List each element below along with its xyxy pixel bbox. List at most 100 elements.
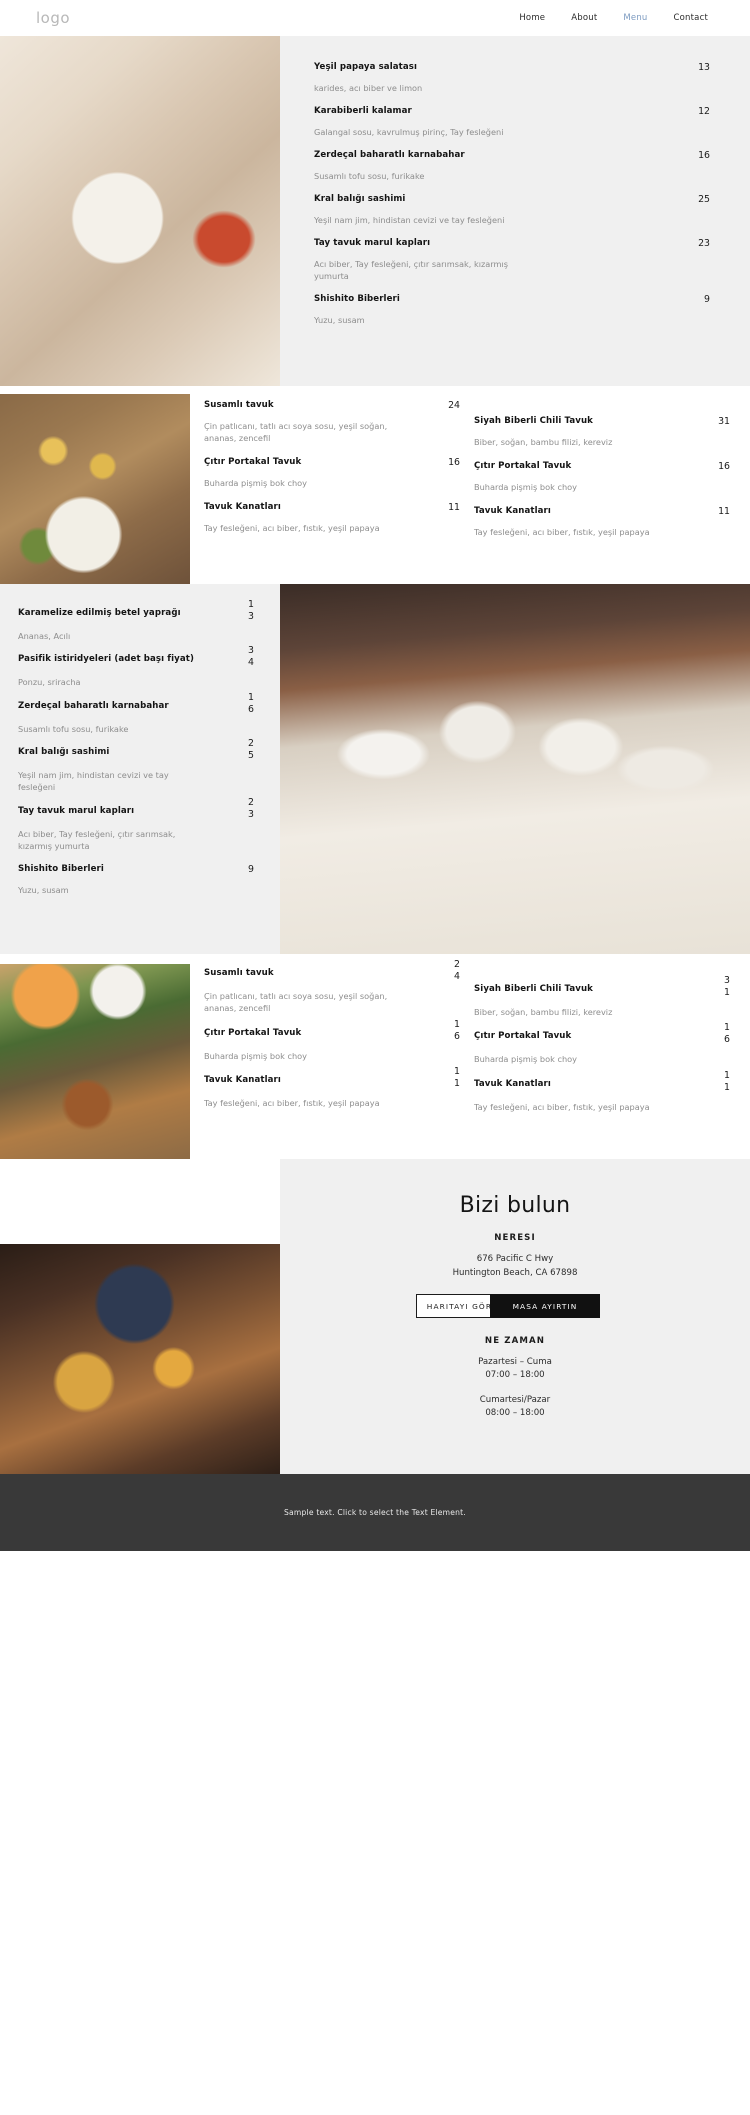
menu-item[interactable]: Tay tavuk marul kapları 23 Acı biber, Tay… [18,797,254,853]
menu-item-description: Ponzu, sriracha [18,677,81,688]
menu-item[interactable]: Kral balığı sashimi 25 Yeşil nam jim, hin… [314,194,710,226]
hours-block: NE ZAMAN Pazartesi – Cuma 07:00 – 18:00 … [300,1336,730,1420]
photo-patio [0,964,190,1159]
reserve-table-button[interactable]: MASA AYIRTIN [490,1294,600,1319]
menu-item[interactable]: Çıtır Portakal Tavuk 16 Buharda pişmiş bo… [204,1019,460,1062]
menu-item-price: 16 [248,691,254,715]
menu-item-price: 25 [248,738,254,762]
menu-item-name: Kral balığı sashimi [18,747,110,758]
menu-item[interactable]: Tavuk Kanatları 11 Tay fesleğeni, acı bib… [474,506,730,538]
footer-sample-text[interactable]: Sample text. Click to select the Text El… [284,1508,466,1517]
menu-item-description: Yeşil nam jim, hindistan cevizi ve tay f… [314,214,505,225]
menu-item-description: Galangal sosu, kavrulmuş pirinç, Tay fes… [314,126,504,137]
menu-item-description: Buharda pişmiş bok choy [204,1050,308,1061]
menu-columns-4: Susamlı tavuk 24 Çin patlıcanı, tatlı acı… [190,954,750,1159]
menu-item-name: Susamlı tavuk [204,968,274,978]
menu-item-price: 9 [704,294,710,306]
menu-item-name: Çıtır Portakal Tavuk [204,1027,302,1038]
find-us-section: Bizi bulun NERESI 676 Pacific C Hwy Hunt… [0,1159,750,1474]
menu-column-right: Siyah Biberli Chili Tavuk 31 Biber, soğan… [474,968,744,1141]
menu-item-name: Tavuk Kanatları [474,1078,551,1089]
menu-item-description: Buharda pişmiş bok choy [474,481,578,492]
menu-item-price: 16 [724,1022,730,1046]
menu-item[interactable]: Siyah Biberli Chili Tavuk 31 Biber, soğan… [474,975,730,1018]
menu-item-name: Siyah Biberli Chili Tavuk [474,416,593,426]
menu-item[interactable]: Susamlı tavuk 24 Çin patlıcanı, tatlı acı… [204,959,460,1015]
nav-item-menu[interactable]: Menu [623,13,647,23]
menu-item-price: 16 [454,1018,460,1042]
menu-item-description: Çin patlıcanı, tatlı acı soya sosu, yeşi… [204,420,388,443]
nav-item-about[interactable]: About [571,13,597,23]
menu-item[interactable]: Tavuk Kanatları 11 Tay fesleğeni, acı bib… [474,1070,730,1113]
menu-list-1: Yeşil papaya salatası 13 karides, acı bib… [314,62,710,326]
menu-item-price: 24 [448,400,460,411]
menu-item-description: Tay fesleğeni, acı biber, fıstık, yeşil … [474,526,650,537]
menu-list-3: Karamelize edilmiş betel yaprağı 13 Anana… [18,599,254,896]
menu-item-description: Tay fesleğeni, acı biber, fıstık, yeşil … [204,1098,380,1109]
menu-item[interactable]: Çıtır Portakal Tavuk 16 Buharda pişmiş bo… [204,457,460,489]
photo-table-salad [0,36,280,386]
menu-item-description: Susamlı tofu sosu, furikake [314,170,425,181]
menu-item-price: 11 [448,502,460,514]
menu-item-price: 25 [698,193,710,205]
menu-section-2: Susamlı tavuk 24 Çin patlıcanı, tatlı acı… [0,386,750,584]
menu-column-left: Susamlı tavuk 24 Çin patlıcanı, tatlı acı… [204,400,474,566]
menu-item-price: 31 [724,975,730,999]
when-label: NE ZAMAN [484,1336,546,1347]
menu-item-description: Buharda pişmiş bok choy [474,1054,578,1065]
menu-item-price: 16 [448,457,460,469]
site-logo[interactable]: logo [36,10,70,26]
menu-item-name: Tay tavuk marul kapları [18,805,135,816]
menu-item[interactable]: Susamlı tavuk 24 Çin patlıcanı, tatlı acı… [204,400,460,444]
menu-item-name: Karamelize edilmiş betel yaprağı [18,608,181,618]
menu-page: logo Home About Menu Contact Yeşil papay… [0,0,750,1551]
menu-item[interactable]: Zerdeçal baharatlı karnabahar 16 Susamlı … [18,692,254,735]
weekday-hours: 07:00 – 18:00 [485,1370,545,1381]
menu-item-description: karides, acı biber ve limon [314,82,423,93]
menu-item[interactable]: Kral balığı sashimi 25 Yeşil nam jim, hin… [18,738,254,794]
menu-item[interactable]: Karamelize edilmiş betel yaprağı 13 Anana… [18,599,254,642]
menu-item-description: Tay fesleğeni, acı biber, fıstık, yeşil … [474,1101,650,1112]
where-label: NERESI [494,1233,536,1244]
menu-section-4: Susamlı tavuk 24 Çin patlıcanı, tatlı acı… [0,954,750,1159]
weekend-label: Cumartesi/Pazar [479,1394,551,1405]
menu-item[interactable]: Zerdeçal baharatlı karnabahar 16 Susamlı … [314,150,710,182]
nav-item-contact[interactable]: Contact [674,13,708,23]
menu-item[interactable]: Tavuk Kanatları 11 Tay fesleğeni, acı bib… [204,502,460,534]
menu-item-price: 13 [698,62,710,73]
menu-item[interactable]: Siyah Biberli Chili Tavuk 31 Biber, soğan… [474,416,730,448]
menu-item-name: Çıtır Portakal Tavuk [204,457,302,468]
menu-item[interactable]: Karabiberli kalamar 12 Galangal sosu, kav… [314,106,710,138]
footer-bar: Sample text. Click to select the Text El… [0,1474,750,1551]
menu-item[interactable]: Tay tavuk marul kapları 23 Acı biber, Tay… [314,238,710,282]
menu-item-description: Biber, soğan, bambu filizi, kereviz [474,1007,613,1018]
menu-item-price: 23 [698,237,710,249]
menu-item-description: Yuzu, susam [314,314,365,325]
menu-item-price: 11 [718,505,730,517]
menu-item[interactable]: Çıtır Portakal Tavuk 16 Buharda pişmiş bo… [474,461,730,493]
menu-item-description: Tay fesleğeni, acı biber, fıstık, yeşil … [204,522,380,533]
menu-item-name: Shishito Biberleri [18,864,104,875]
address-line-1: 676 Pacific C Hwy [476,1254,554,1265]
menu-item-name: Tay tavuk marul kapları [314,237,431,248]
menu-item-name: Kral balığı sashimi [314,193,406,204]
menu-item-price: 16 [718,460,730,472]
menu-item[interactable]: Yeşil papaya salatası 13 karides, acı bib… [314,62,710,94]
menu-item-price: 34 [248,645,254,669]
weekday-label: Pazartesi – Cuma [478,1357,552,1368]
menu-item-name: Çıtır Portakal Tavuk [474,460,572,471]
menu-item-name: Tavuk Kanatları [204,1075,281,1086]
find-us-buttons: HARITAYI GÖRÜN MASA AYIRTIN [300,1294,730,1319]
menu-item[interactable]: Shishito Biberleri 9 Yuzu, susam [314,294,710,326]
menu-item-name: Pasifik istiridyeleri (adet başı fiyat) [18,654,194,665]
menu-item-price: 12 [698,105,710,117]
menu-item[interactable]: Shishito Biberleri 9 Yuzu, susam [18,864,254,896]
menu-item-name: Siyah Biberli Chili Tavuk [474,984,593,994]
menu-item[interactable]: Çıtır Portakal Tavuk 16 Buharda pişmiş bo… [474,1022,730,1065]
menu-section-1: Yeşil papaya salatası 13 karides, acı bib… [0,36,750,386]
menu-item-price: 11 [724,1069,730,1093]
menu-item[interactable]: Pasifik istiridyeleri (adet başı fiyat) 3… [18,645,254,688]
menu-item-description: Buharda pişmiş bok choy [204,477,308,488]
nav-item-home[interactable]: Home [519,13,545,23]
menu-item[interactable]: Tavuk Kanatları 11 Tay fesleğeni, acı bib… [204,1066,460,1109]
